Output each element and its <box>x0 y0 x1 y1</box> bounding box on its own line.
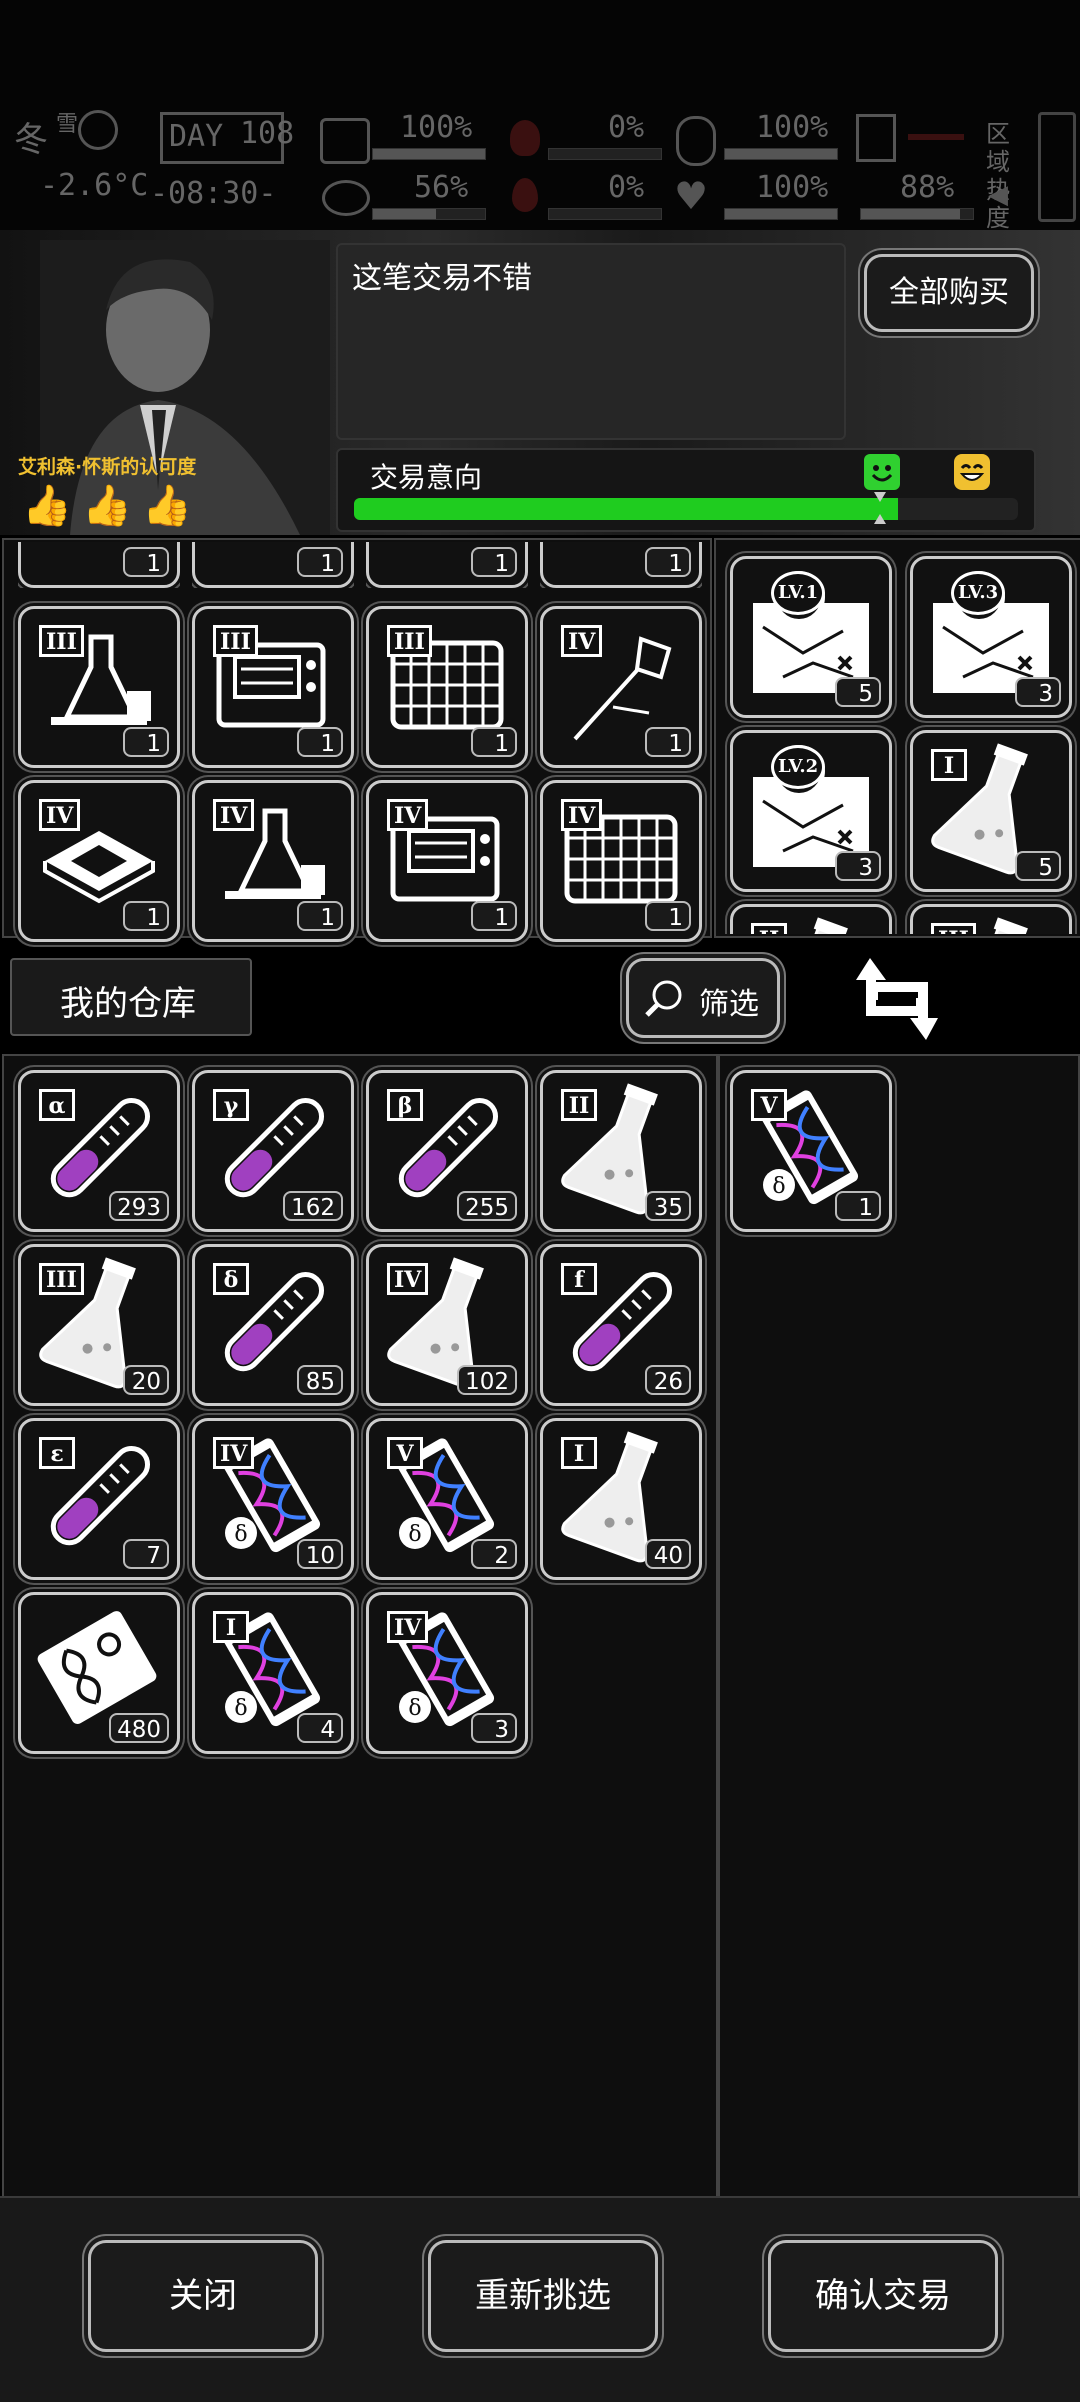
item-count: 2 <box>471 1539 517 1569</box>
tier-badge: β <box>387 1089 423 1121</box>
warehouse-item-slot[interactable]: δ IV 3 <box>366 1592 528 1754</box>
filter-button[interactable]: 筛选 <box>626 958 780 1038</box>
warehouse-item-slot[interactable]: α 293 <box>18 1070 180 1232</box>
warehouse-item-slot[interactable]: III 20 <box>18 1244 180 1406</box>
tier-badge: III <box>39 1263 84 1295</box>
tier-badge: IV <box>387 1263 429 1295</box>
item-count: 40 <box>645 1539 691 1569</box>
svg-text:δ: δ <box>772 1174 785 1199</box>
trader-item-slot[interactable]: III <box>910 904 1072 934</box>
warehouse-item-slot[interactable]: δ IV 10 <box>192 1418 354 1580</box>
offer-item-slot[interactable]: δ V 1 <box>730 1070 892 1232</box>
item-count: 35 <box>645 1191 691 1221</box>
tier-badge: V <box>751 1089 787 1121</box>
tier-badge: ε <box>39 1437 75 1469</box>
tier-badge: δ <box>213 1263 249 1295</box>
swap-arrows-icon[interactable] <box>856 950 938 1042</box>
item-count: 10 <box>297 1539 343 1569</box>
svg-text:δ: δ <box>234 1522 247 1547</box>
item-count: 162 <box>283 1191 343 1221</box>
tier-badge: I <box>213 1611 249 1643</box>
svg-text:δ: δ <box>408 1696 421 1721</box>
confirm-trade-button[interactable]: 确认交易 <box>768 2240 998 2352</box>
item-count: 20 <box>123 1365 169 1395</box>
item-count: 1 <box>835 1191 881 1221</box>
warehouse-item-slot[interactable]: II 35 <box>540 1070 702 1232</box>
item-count: 4 <box>297 1713 343 1743</box>
filter-label: 筛选 <box>699 987 759 1022</box>
warehouse-item-slot[interactable]: ε7 <box>18 1418 180 1580</box>
item-count: 102 <box>457 1365 517 1395</box>
warehouse-item-slot[interactable]: δ I 4 <box>192 1592 354 1754</box>
item-count: 255 <box>457 1191 517 1221</box>
tier-badge: I <box>561 1437 597 1469</box>
warehouse-item-slot[interactable]: I 40 <box>540 1418 702 1580</box>
item-count: 3 <box>471 1713 517 1743</box>
warehouse-item-slot[interactable]: f 26 <box>540 1244 702 1406</box>
tier-badge: α <box>39 1089 75 1121</box>
warehouse-item-slot[interactable]: δ V 2 <box>366 1418 528 1580</box>
item-count: 85 <box>297 1365 343 1395</box>
tier-badge: f <box>561 1263 597 1295</box>
warehouse-item-slot[interactable]: δ 85 <box>192 1244 354 1406</box>
warehouse-item-slot[interactable]: IV 102 <box>366 1244 528 1406</box>
svg-text:δ: δ <box>408 1522 421 1547</box>
item-count: 480 <box>109 1713 169 1743</box>
tier-badge: III <box>931 923 976 934</box>
tier-badge: γ <box>213 1089 249 1121</box>
tier-badge: IV <box>213 1437 255 1469</box>
tier-badge: II <box>561 1089 597 1121</box>
warehouse-title-box: 我的仓库 <box>10 958 252 1036</box>
svg-text:δ: δ <box>234 1696 247 1721</box>
item-count: 26 <box>645 1365 691 1395</box>
warehouse-title: 我的仓库 <box>60 984 196 1024</box>
tier-badge: V <box>387 1437 423 1469</box>
item-count: 293 <box>109 1191 169 1221</box>
item-count: 7 <box>123 1539 169 1569</box>
close-button[interactable]: 关闭 <box>88 2240 318 2352</box>
reselect-button[interactable]: 重新挑选 <box>428 2240 658 2352</box>
warehouse-item-slot[interactable]: β 255 <box>366 1070 528 1232</box>
magnifier-icon <box>645 980 682 1017</box>
tier-badge: IV <box>387 1611 429 1643</box>
warehouse-item-slot[interactable]: γ 162 <box>192 1070 354 1232</box>
warehouse-item-slot[interactable]: 480 <box>18 1592 180 1754</box>
